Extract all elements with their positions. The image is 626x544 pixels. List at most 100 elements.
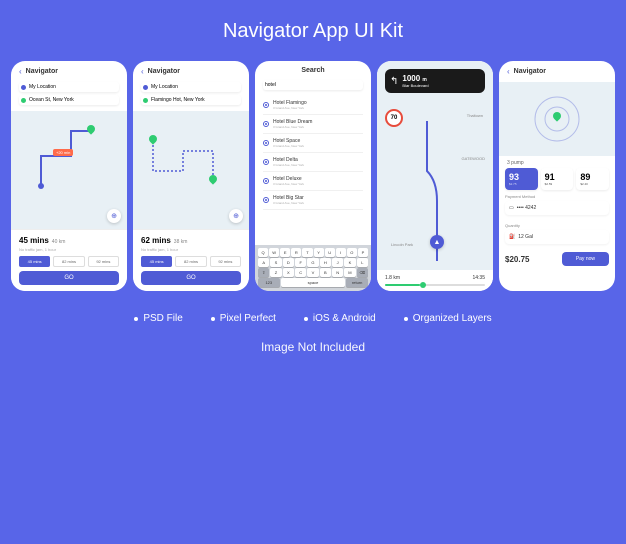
key[interactable]: L xyxy=(357,258,368,267)
back-icon[interactable]: ‹ xyxy=(19,67,22,76)
location-pin-icon xyxy=(263,159,269,165)
from-value: My Location xyxy=(29,84,56,90)
chip-walk[interactable]: 92 mins xyxy=(210,256,241,267)
go-button[interactable]: GO xyxy=(19,271,119,285)
key[interactable]: K xyxy=(344,258,355,267)
backspace-key[interactable]: ⌫ xyxy=(357,268,368,277)
key[interactable]: T xyxy=(302,248,312,257)
checkout-row: $20.75 Pay now xyxy=(505,252,609,266)
header: Search xyxy=(255,61,371,80)
card-number: •••• 4242 xyxy=(517,205,537,211)
chip-car[interactable]: 45 mins xyxy=(141,256,172,267)
return-key[interactable]: return xyxy=(346,278,368,287)
key[interactable]: G xyxy=(307,258,318,267)
key[interactable]: Q xyxy=(258,248,268,257)
result-sub: 3 Grand Ave, New York xyxy=(273,144,304,148)
bullet-icon xyxy=(304,317,308,321)
page-title: Navigator App UI Kit xyxy=(223,20,403,43)
key[interactable]: W xyxy=(269,248,279,257)
grade-option[interactable]: 93$2.75 xyxy=(505,168,538,190)
origin-dot-icon xyxy=(143,85,148,90)
from-input[interactable]: My Location xyxy=(141,82,241,92)
back-icon[interactable]: ‹ xyxy=(507,67,510,76)
list-item[interactable]: Hotel Flamingo3 Grand Ave, New York xyxy=(263,96,363,115)
to-value: Ocean St, New York xyxy=(29,97,74,103)
screen-route-solid: ‹ Navigator My Location Ocean St, New Yo… xyxy=(11,61,127,291)
list-item[interactable]: Hotel Delta3 Grand Ave, New York xyxy=(263,153,363,172)
key[interactable]: U xyxy=(325,248,335,257)
feature-text: Pixel Perfect xyxy=(220,313,276,324)
chip-car[interactable]: 45 mins xyxy=(19,256,50,267)
key[interactable]: N xyxy=(332,268,343,277)
locate-button[interactable]: ⊕ xyxy=(107,209,121,223)
key[interactable]: Y xyxy=(314,248,324,257)
shift-key[interactable]: ⇧ xyxy=(258,268,269,277)
grade-num: 93 xyxy=(509,172,534,182)
key[interactable]: H xyxy=(320,258,331,267)
key[interactable]: V xyxy=(307,268,318,277)
map-label: GATEWOOD xyxy=(462,156,485,161)
traffic-note: No traffic jam, 1 hour xyxy=(141,247,241,252)
quantity-value: 12 Gal xyxy=(518,234,533,240)
map-view[interactable]: ↰ 1000 mBlar Boulevard 70 Thaltown GATEW… xyxy=(377,61,493,291)
key[interactable]: A xyxy=(258,258,269,267)
go-button[interactable]: GO xyxy=(141,271,241,285)
key[interactable]: E xyxy=(280,248,290,257)
key[interactable]: O xyxy=(347,248,357,257)
map-view[interactable]: +20 min ⊕ xyxy=(11,111,127,229)
key[interactable]: I xyxy=(336,248,346,257)
phone-mockups: ‹ Navigator My Location Ocean St, New Yo… xyxy=(11,61,615,291)
map-label: Thaltown xyxy=(467,113,483,118)
header: ‹ Navigator xyxy=(133,61,249,82)
feature-text: iOS & Android xyxy=(313,313,376,324)
key[interactable]: B xyxy=(320,268,331,277)
result-sub: 3 Grand Ave, New York xyxy=(273,182,304,186)
key[interactable]: M xyxy=(344,268,355,277)
progress-track[interactable] xyxy=(385,284,485,286)
search-input[interactable]: hotel xyxy=(263,80,363,90)
quantity-select[interactable]: ⛽12 Gal xyxy=(505,230,609,244)
grade-num: 91 xyxy=(545,172,570,182)
payment-method-select[interactable]: ▭•••• 4242 xyxy=(505,201,609,215)
keyboard: QWERTYUIOP ASDFGHJKL ⇧ZXCVBNM⌫ 123spacer… xyxy=(255,245,371,291)
chip-bike[interactable]: 82 mins xyxy=(175,256,206,267)
list-item[interactable]: Hotel Blue Dream3 Grand Ave, New York xyxy=(263,115,363,134)
delay-badge: +20 min xyxy=(53,149,73,156)
to-input[interactable]: Flamingo Hot, New York xyxy=(141,95,241,105)
grade-option[interactable]: 89$2.40 xyxy=(576,168,609,190)
feature-item: iOS & Android xyxy=(304,313,376,324)
key[interactable]: S xyxy=(270,258,281,267)
payment-label: Payment Method xyxy=(505,194,609,199)
key[interactable]: X xyxy=(283,268,294,277)
list-item[interactable]: Hotel Space3 Grand Ave, New York xyxy=(263,134,363,153)
to-input[interactable]: Ocean St, New York xyxy=(19,95,119,105)
key[interactable]: P xyxy=(358,248,368,257)
map-view[interactable] xyxy=(499,82,615,156)
disclaimer: Image Not Included xyxy=(261,340,365,354)
pay-button[interactable]: Pay now xyxy=(562,252,609,266)
from-input[interactable]: My Location xyxy=(19,82,119,92)
result-sub: 3 Grand Ave, New York xyxy=(273,125,312,129)
key[interactable]: J xyxy=(332,258,343,267)
key[interactable]: D xyxy=(283,258,294,267)
grade-price: $2.40 xyxy=(580,182,605,186)
remaining-dist: 1.8 km xyxy=(385,275,400,281)
chip-bike[interactable]: 82 mins xyxy=(53,256,84,267)
key[interactable]: F xyxy=(295,258,306,267)
list-item[interactable]: Hotel Deluxe3 Grand Ave, New York xyxy=(263,172,363,191)
arrival-time: 14:35 xyxy=(472,275,485,281)
back-icon[interactable]: ‹ xyxy=(141,67,144,76)
numeric-key[interactable]: 123 xyxy=(258,278,280,287)
key[interactable]: Z xyxy=(270,268,281,277)
list-item[interactable]: Hotel Big Star3 Grand Ave, New York xyxy=(263,191,363,210)
locate-button[interactable]: ⊕ xyxy=(229,209,243,223)
mode-chips: 45 mins 82 mins 92 mins xyxy=(19,256,119,267)
key[interactable]: C xyxy=(295,268,306,277)
header-title: Navigator xyxy=(514,68,546,75)
chip-walk[interactable]: 92 mins xyxy=(88,256,119,267)
key[interactable]: R xyxy=(291,248,301,257)
map-view[interactable]: ⊕ xyxy=(133,111,249,229)
grade-option[interactable]: 91$2.59 xyxy=(541,168,574,190)
space-key[interactable]: space xyxy=(281,278,346,287)
screen-search: Search hotel Hotel Flamingo3 Grand Ave, … xyxy=(255,61,371,291)
